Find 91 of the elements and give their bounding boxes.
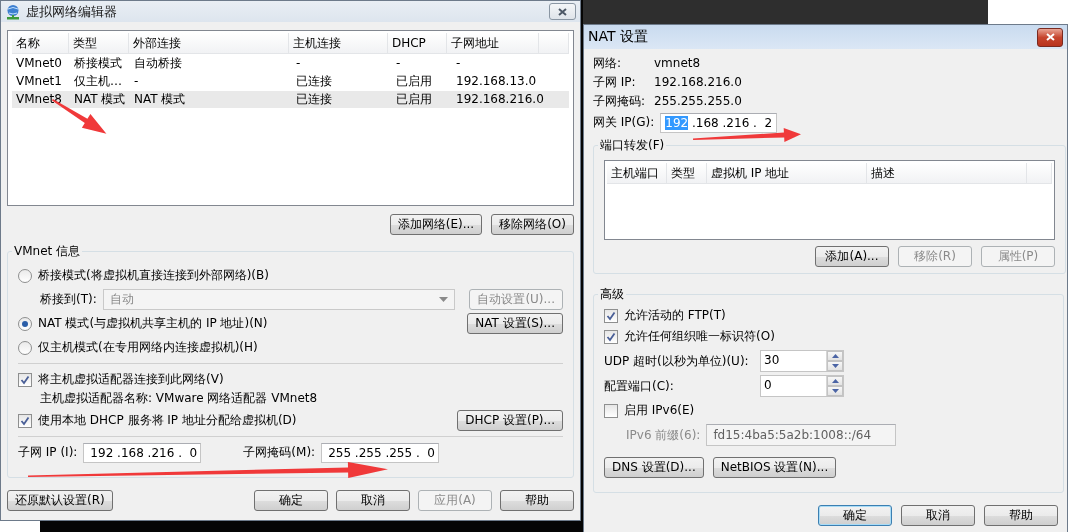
option-label: 仅主机模式(在专用网络内连接虚拟机)(H) <box>38 339 258 356</box>
table-cell-text: 已启用 <box>395 91 433 108</box>
help-button[interactable]: 帮助 <box>984 505 1058 526</box>
option-label: NAT 模式(与虚拟机共享主机的 IP 地址)(N) <box>38 315 268 332</box>
option-label: 桥接模式(将虚拟机直接连接到外部网络)(B) <box>38 267 269 284</box>
field-label: UDP 超时(以秒为单位)(U): <box>604 352 750 370</box>
window-title: 虚拟网络编辑器 <box>26 2 118 21</box>
dhcp-settings-button[interactable]: DHCP 设置(P)... <box>457 410 563 431</box>
cancel-button[interactable]: 取消 <box>336 490 410 511</box>
column-header[interactable]: 类型 <box>69 33 129 53</box>
field-label: IPv6 前缀(6): <box>626 426 701 444</box>
field-label: 子网掩码(M): <box>243 444 316 461</box>
table-cell-text: - <box>133 73 140 90</box>
checkbox[interactable] <box>18 413 32 428</box>
ok-button[interactable]: 确定 <box>818 505 892 526</box>
help-button[interactable]: 帮助 <box>500 490 574 511</box>
info-label: 子网掩码: <box>593 93 647 109</box>
list-row[interactable]: VMnet8 NAT 模式 NAT 模式 已连接 已启用 192.168.216.0 <box>12 91 569 108</box>
nat-settings-button[interactable]: NAT 设置(S)... <box>467 313 563 334</box>
add-network-button[interactable]: 添加网络(E)... <box>389 214 483 235</box>
group-title: 高级 <box>599 286 625 303</box>
column-header[interactable]: DHCP <box>387 33 448 53</box>
info-value: 192.168.216.0 <box>654 74 743 90</box>
field-label: 网关 IP(G): <box>593 114 655 131</box>
remove-network-button[interactable]: 移除网络(O) <box>491 214 574 235</box>
adapter-name: 主机虚拟适配器名称: VMware 网络适配器 VMnet8 <box>40 390 318 407</box>
table-cell-text: 已连接 <box>295 91 333 108</box>
restore-defaults-button[interactable]: 还原默认设置(R) <box>7 490 113 511</box>
group-title: VMnet 信息 <box>13 243 82 260</box>
close-icon <box>557 6 568 17</box>
checkbox[interactable] <box>604 403 618 418</box>
info-label: 子网 IP: <box>593 74 637 90</box>
checkbox[interactable] <box>604 308 618 323</box>
field-label: 桥接到(T): <box>40 291 97 308</box>
table-cell-text: NAT 模式 <box>133 91 187 108</box>
radio-button[interactable] <box>18 316 32 331</box>
checkbox-label: 启用 IPv6(E) <box>624 402 695 419</box>
table-cell-text: 自动桥接 <box>133 55 183 72</box>
port-forwarding-list[interactable]: 主机端口 类型 虚拟机 IP 地址 描述 <box>604 160 1055 240</box>
caret-icon <box>439 297 449 302</box>
dns-settings-button[interactable]: DNS 设置(D)... <box>604 457 704 478</box>
add-button[interactable]: 添加(A)... <box>815 246 889 267</box>
field-label: 子网 IP (I): <box>18 444 78 461</box>
radio-button[interactable] <box>18 268 32 283</box>
table-cell-text: - <box>295 55 302 72</box>
network-list[interactable]: 名称 类型 外部连接 主机连接 DHCP 子网地址 VMnet0 桥接模式 自动桥接 - - - VMnet1 仅主机… - 已连接 已启用 192.168.13.0 VMnet8 NAT 模式 NAT 模式 已连接 已启用 192.168.216.0 <box>7 30 574 206</box>
table-cell-text: VMnet0 <box>15 55 63 72</box>
table-cell-text: NAT 模式 <box>73 91 127 108</box>
network-globe-icon <box>5 3 21 20</box>
info-value: vmnet8 <box>654 55 702 71</box>
info-value: 255.255.255.0 <box>654 93 743 109</box>
close-icon <box>1044 32 1056 42</box>
table-cell-text: 已连接 <box>295 73 333 90</box>
netbios-settings-button[interactable]: NetBIOS 设置(N)... <box>712 457 837 478</box>
close-button[interactable] <box>549 3 576 20</box>
radio-button[interactable] <box>18 340 32 355</box>
checkbox-label: 使用本地 DHCP 服务将 IP 地址分配给虚拟机(D) <box>38 412 297 429</box>
group-title: 端口转发(F) <box>599 137 666 154</box>
table-cell-text: 192.168.13.0 <box>455 73 538 90</box>
close-button[interactable] <box>1037 27 1063 47</box>
info-label: 网络: <box>593 55 623 71</box>
ok-button[interactable]: 确定 <box>254 490 328 511</box>
list-row[interactable]: VMnet1 仅主机… - 已连接 已启用 192.168.13.0 <box>12 73 569 90</box>
column-header[interactable]: 名称 <box>12 33 70 53</box>
checkbox-label: 将主机虚拟适配器连接到此网络(V) <box>38 371 224 388</box>
column-header[interactable]: 主机连接 <box>289 33 388 53</box>
column-header[interactable]: 虚拟机 IP 地址 <box>707 163 867 183</box>
checkbox[interactable] <box>604 329 618 344</box>
table-cell-text: 仅主机… <box>73 73 123 90</box>
checkbox-label: 允许活动的 FTP(T) <box>624 307 726 324</box>
table-cell-text: 已启用 <box>395 73 433 90</box>
table-cell-text: VMnet8 <box>15 91 63 108</box>
table-cell-text: 桥接模式 <box>73 55 123 72</box>
table-cell-text: - <box>395 55 402 72</box>
cancel-button[interactable]: 取消 <box>901 505 975 526</box>
input-field[interactable]: 192 .168 .216 . 2 <box>660 112 778 133</box>
table-cell-text: - <box>455 55 462 72</box>
column-header[interactable]: 外部连接 <box>128 33 289 53</box>
checkbox[interactable] <box>18 372 32 387</box>
column-header[interactable]: 描述 <box>867 163 1027 183</box>
checkbox-label: 允许任何组织唯一标识符(O) <box>624 328 775 345</box>
column-header[interactable]: 子网地址 <box>447 33 540 53</box>
table-cell-text: VMnet1 <box>15 73 63 90</box>
table-cell-text: 192.168.216.0 <box>455 91 545 108</box>
field-label: 配置端口(C): <box>604 377 675 395</box>
list-row[interactable]: VMnet0 桥接模式 自动桥接 - - - <box>12 55 569 72</box>
column-header[interactable]: 类型 <box>667 163 707 183</box>
input-field[interactable]: 255 .255 .255 . 0 <box>321 442 440 463</box>
input-field[interactable]: 192 .168 .216 . 0 <box>83 442 202 463</box>
window-title: NAT 设置 <box>588 28 649 46</box>
column-header[interactable]: 主机端口 <box>607 163 667 183</box>
